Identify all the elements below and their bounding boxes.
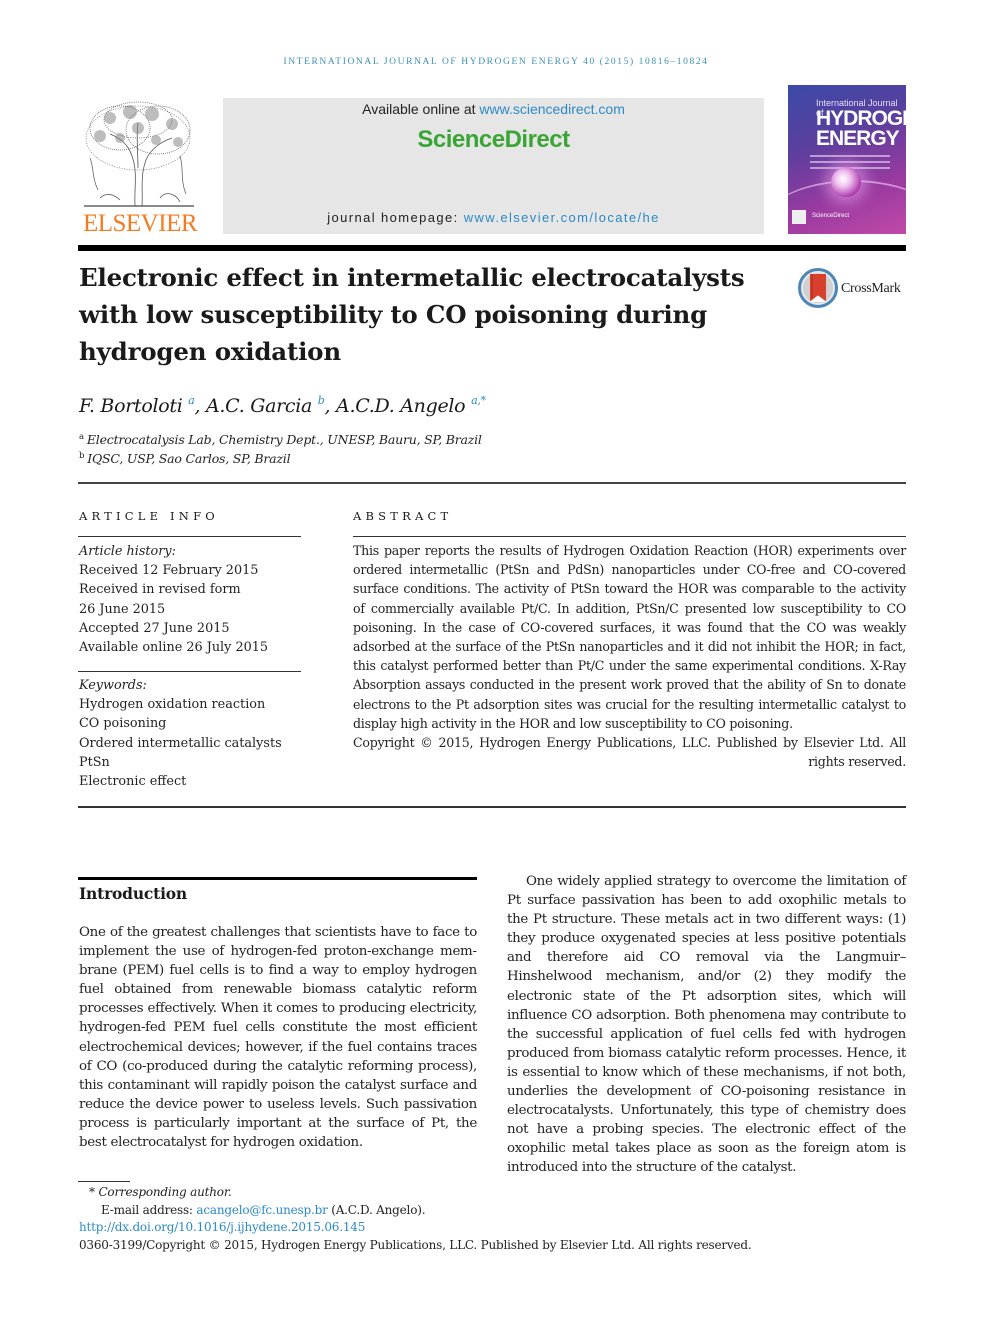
history-item: Available online 26 July 2015 — [79, 640, 269, 656]
journal-homepage-link[interactable]: www.elsevier.com/locate/he — [464, 210, 660, 225]
article-info-top-divider — [78, 482, 906, 484]
author-list: F. Bortoloti a, A.C. Garcia b, A.C.D. An… — [79, 394, 486, 417]
introduction-heading: Introduction — [79, 884, 187, 903]
affiliation-marker[interactable]: b — [318, 394, 325, 407]
cover-publisher-badge-icon — [792, 210, 806, 224]
affiliation-mark: b — [79, 451, 85, 461]
introduction-divider — [78, 877, 477, 880]
issn-copyright: 0360-3199/Copyright © 2015, Hydrogen Ene… — [79, 1237, 752, 1252]
abstract-heading: ABSTRACT — [353, 509, 453, 523]
journal-homepage-line: journal homepage: www.elsevier.com/locat… — [223, 210, 764, 225]
affiliation-mark: a — [79, 432, 84, 442]
doi-link[interactable]: http://dx.doi.org/10.1016/j.ijhydene.201… — [79, 1220, 365, 1234]
history-item: 26 June 2015 — [79, 601, 166, 617]
abstract-text: This paper reports the results of Hydrog… — [353, 543, 906, 731]
footnote-divider — [78, 1181, 130, 1182]
keyword-item: PtSn — [79, 754, 110, 770]
keyword-item: Ordered intermetallic catalysts — [79, 735, 282, 751]
elsevier-wordmark: ELSEVIER — [82, 210, 198, 237]
article-history: Article history: Received 12 February 20… — [79, 542, 309, 657]
article-info-heading: ARTICLE INFO — [79, 509, 219, 523]
keywords-label: Keywords: — [79, 678, 147, 693]
footnotes: * Corresponding author. E-mail address: … — [79, 1184, 919, 1254]
cover-orb-icon — [831, 167, 861, 197]
author-name[interactable]: A.C. Garcia — [206, 395, 312, 417]
corresponding-author-marker[interactable]: * — [481, 394, 487, 407]
sciencedirect-banner: Available online at www.sciencedirect.co… — [223, 98, 764, 234]
crossmark-label: CrossMark — [841, 281, 901, 296]
available-online-line: Available online at www.sciencedirect.co… — [223, 101, 764, 117]
keyword-item: Electronic effect — [79, 774, 187, 790]
affiliation-a: a Electrocatalysis Lab, Chemistry Dept., … — [79, 432, 482, 447]
keywords: Keywords: Hydrogen oxidation reaction CO… — [79, 676, 309, 791]
history-item: Accepted 27 June 2015 — [79, 620, 230, 636]
email-owner: (A.C.D. Angelo). — [327, 1202, 426, 1217]
author-name[interactable]: A.C.D. Angelo — [336, 395, 466, 417]
keyword-item: CO poisoning — [79, 716, 167, 732]
affiliation-text: IQSC, USP, Sao Carlos, SP, Brazil — [87, 451, 291, 466]
affiliation-marker[interactable]: a — [188, 394, 195, 407]
affiliation-text: Electrocatalysis Lab, Chemistry Dept., U… — [86, 432, 482, 447]
elsevier-tree-icon — [84, 101, 194, 207]
corresponding-author-note: * Corresponding author. — [79, 1184, 919, 1202]
article-title: Electronic effect in intermetallic elect… — [79, 263, 745, 366]
cover-footer-text: ScienceDirect — [812, 213, 850, 219]
email-label: E-mail address: — [101, 1202, 197, 1217]
sciencedirect-link[interactable]: www.sciencedirect.com — [479, 101, 625, 117]
abstract-copyright: Copyright © 2015, Hydrogen Energy Public… — [353, 735, 906, 770]
header-divider — [78, 245, 906, 251]
running-header: International Journal of Hydrogen Energy… — [0, 55, 992, 67]
affiliation-b: b IQSC, USP, Sao Carlos, SP, Brazil — [79, 451, 291, 466]
article-info-divider — [78, 536, 301, 537]
crossmark-icon — [798, 268, 838, 308]
cover-title-line1: HYDROGEN — [816, 107, 906, 130]
body-paragraph-left: One of the greatest challenges that scie… — [79, 925, 477, 1151]
email-note: E-mail address: acangelo@fc.unesp.br (A.… — [79, 1202, 919, 1220]
corresponding-author-label: Corresponding author. — [98, 1185, 232, 1199]
history-item: Received 12 February 2015 — [79, 563, 259, 579]
crossmark-button[interactable]: CrossMark — [798, 268, 913, 310]
keywords-divider — [78, 671, 301, 672]
history-item: Received in revised form — [79, 582, 241, 598]
article-history-label: Article history: — [79, 544, 176, 559]
article-info-bottom-divider — [78, 806, 906, 808]
journal-homepage-label: journal homepage: — [327, 210, 464, 225]
affiliation-marker[interactable]: a, — [471, 394, 481, 407]
abstract: This paper reports the results of Hydrog… — [353, 541, 906, 771]
author-email-link[interactable]: acangelo@fc.unesp.br — [196, 1203, 327, 1217]
abstract-divider — [353, 536, 906, 537]
author-name[interactable]: F. Bortoloti — [79, 395, 183, 417]
available-online-label: Available online at — [362, 101, 480, 117]
journal-cover-image[interactable]: International Journal of HYDROGEN ENERGY… — [788, 85, 906, 234]
body-paragraph-right: One widely applied strategy to overcome … — [507, 874, 906, 1176]
elsevier-logo[interactable]: ELSEVIER — [78, 98, 202, 237]
sciencedirect-logo[interactable]: ScienceDirect — [223, 126, 764, 154]
cover-title-line2: ENERGY — [816, 127, 900, 150]
journal-citation: International Journal of Hydrogen Energy… — [283, 57, 709, 67]
footnote-mark: * — [89, 1185, 95, 1199]
keyword-item: Hydrogen oxidation reaction — [79, 697, 266, 713]
